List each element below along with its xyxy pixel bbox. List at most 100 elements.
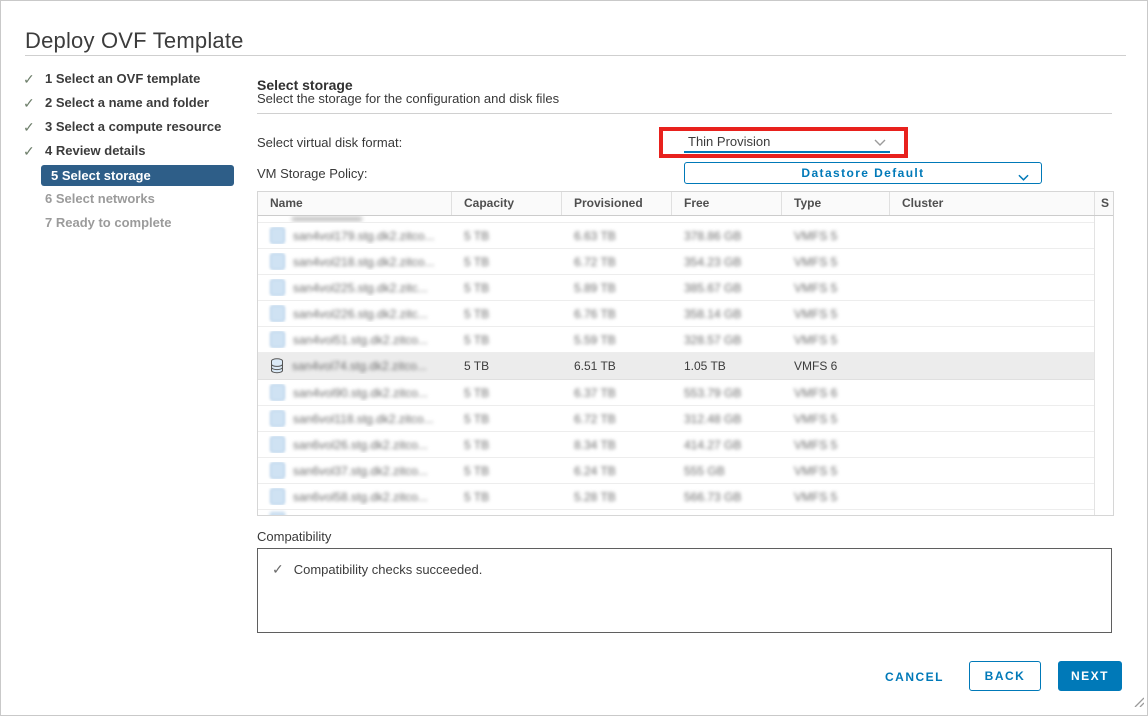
datastore-icon — [270, 462, 285, 479]
vm-storage-policy-value: Datastore Default — [801, 166, 924, 180]
wizard-step-3[interactable]: ✓ 3 Select a compute resource — [1, 115, 251, 139]
step-label: 4 Review details — [45, 143, 145, 158]
provisioned-cell: 6.37 TB — [562, 386, 672, 400]
free-cell: 358.14 GB — [672, 307, 782, 321]
capacity-cell: 5 TB — [452, 464, 562, 478]
datastore-icon — [270, 227, 285, 244]
capacity-cell: 5 TB — [452, 229, 562, 243]
table-row[interactable]: san6vol37.stg.dk2.zitco...5 TB6.24 TB555… — [258, 458, 1095, 484]
datastore-name: san4vol51.stg.dk2.zitco... — [293, 333, 428, 347]
wizard-step-1[interactable]: ✓ 1 Select an OVF template — [1, 67, 251, 91]
clipped-row-bottom — [258, 510, 1095, 515]
column-header-cluster[interactable]: Cluster — [890, 192, 1095, 215]
provisioned-cell: 5.59 TB — [562, 333, 672, 347]
step-label: 1 Select an OVF template — [45, 71, 200, 86]
capacity-cell: 5 TB — [452, 281, 562, 295]
disk-format-select[interactable]: Thin Provision — [684, 131, 890, 153]
datastore-icon — [270, 488, 285, 505]
wizard-step-6[interactable]: 6 Select networks — [1, 187, 251, 211]
vertical-scrollbar[interactable] — [1094, 216, 1113, 515]
datastore-icon — [270, 305, 285, 322]
check-icon: ✓ — [272, 561, 284, 578]
check-icon: ✓ — [23, 139, 35, 163]
dialog-title: Deploy OVF Template — [25, 28, 244, 54]
provisioned-cell: 5.89 TB — [562, 281, 672, 295]
free-cell: 1.05 TB — [672, 359, 782, 373]
datastore-name-cell: san6vol118.stg.dk2.zitco... — [258, 410, 452, 427]
step-label: 6 Select networks — [45, 191, 155, 206]
datastore-icon — [270, 358, 284, 374]
clipped-row-top — [258, 216, 1095, 223]
capacity-cell: 5 TB — [452, 412, 562, 426]
wizard-steps: ✓ 1 Select an OVF template ✓ 2 Select a nam… — [1, 67, 251, 235]
datastore-name-cell: san4vol90.stg.dk2.zitco... — [258, 384, 452, 401]
datastore-name: san6vol37.stg.dk2.zitco... — [293, 464, 428, 478]
check-icon: ✓ — [23, 67, 35, 91]
page-subtitle: Select the storage for the configuration… — [257, 91, 559, 106]
datastore-icon — [270, 384, 285, 401]
datastore-name: san6vol58.stg.dk2.zitco... — [293, 490, 428, 504]
back-button[interactable]: BACK — [969, 661, 1041, 691]
table-row[interactable]: san4vol90.stg.dk2.zitco... 5 TB6.37 TB553… — [258, 380, 1095, 406]
capacity-cell: 5 TB — [452, 307, 562, 321]
free-cell: 553.79 GB — [672, 386, 782, 400]
free-cell: 312.48 GB — [672, 412, 782, 426]
table-row[interactable]: san4vol225.stg.dk2.zitc... 5 TB5.89 TB385… — [258, 275, 1095, 301]
table-row[interactable]: san4vol74.stg.dk2.zitco...5 TB6.51 TB1.0… — [258, 353, 1095, 380]
table-row[interactable]: san4vol51.stg.dk2.zitco...5 TB5.59 TB328… — [258, 327, 1095, 353]
column-header-capacity[interactable]: Capacity — [452, 192, 562, 215]
table-row[interactable]: san6vol58.stg.dk2.zitco...5 TB5.28 TB566… — [258, 484, 1095, 510]
disk-format-value: Thin Provision — [688, 134, 770, 149]
wizard-step-2[interactable]: ✓ 2 Select a name and folder — [1, 91, 251, 115]
datastore-table: NameCapacityProvisionedFreeTypeClusterS … — [257, 191, 1114, 516]
check-icon: ✓ — [23, 115, 35, 139]
provisioned-cell: 8.34 TB — [562, 438, 672, 452]
vm-storage-policy-select[interactable]: Datastore Default — [684, 162, 1042, 184]
type-cell: VMFS 5 — [782, 464, 890, 478]
type-cell: VMFS 5 — [782, 412, 890, 426]
provisioned-cell: 6.76 TB — [562, 307, 672, 321]
cancel-button[interactable]: CANCEL — [885, 663, 944, 691]
vm-storage-policy-label: VM Storage Policy: — [257, 166, 368, 181]
column-header-name[interactable]: Name — [258, 192, 452, 215]
datastore-name: san4vol218.stg.dk2.zitco... — [293, 255, 434, 269]
next-button[interactable]: NEXT — [1058, 661, 1122, 691]
compatibility-panel: ✓ Compatibility checks succeeded. — [257, 548, 1112, 633]
step-label: 5 Select storage — [51, 168, 151, 183]
table-row[interactable]: san6vol26.stg.dk2.zitco...5 TB8.34 TB414… — [258, 432, 1095, 458]
type-cell: VMFS 5 — [782, 255, 890, 269]
column-header-free[interactable]: Free — [672, 192, 782, 215]
capacity-cell: 5 TB — [452, 386, 562, 400]
wizard-step-4[interactable]: ✓ 4 Review details — [1, 139, 251, 163]
capacity-cell: 5 TB — [452, 490, 562, 504]
datastore-name: san4vol90.stg.dk2.zitco... — [293, 386, 428, 400]
table-row[interactable]: san6vol118.stg.dk2.zitco...5 TB6.72 TB31… — [258, 406, 1095, 432]
datastore-icon — [270, 279, 285, 296]
provisioned-cell: 6.63 TB — [562, 229, 672, 243]
table-row[interactable]: san4vol218.stg.dk2.zitco...5 TB6.72 TB35… — [258, 249, 1095, 275]
capacity-cell: 5 TB — [452, 438, 562, 452]
free-cell: 385.67 GB — [672, 281, 782, 295]
table-row[interactable]: san4vol226.stg.dk2.zitc...5 TB6.76 TB358… — [258, 301, 1095, 327]
datastore-name-cell: san6vol58.stg.dk2.zitco... — [258, 488, 452, 505]
type-cell: VMFS 5 — [782, 333, 890, 347]
step-label: 2 Select a name and folder — [45, 95, 209, 110]
compatibility-message: Compatibility checks succeeded. — [294, 562, 483, 577]
deploy-ovf-dialog: Deploy OVF Template ✓ 1 Select an OVF tem… — [0, 0, 1148, 716]
free-cell: 328.57 GB — [672, 333, 782, 347]
datastore-name-cell: san6vol37.stg.dk2.zitco... — [258, 462, 452, 479]
column-header-partial[interactable]: S — [1095, 192, 1113, 215]
datastore-name: san4vol225.stg.dk2.zitc... — [293, 281, 428, 295]
table-row[interactable]: san4vol179.stg.dk2.zitco...5 TB6.63 TB37… — [258, 223, 1095, 249]
resize-grip-icon[interactable] — [1132, 694, 1144, 712]
wizard-step-7[interactable]: 7 Ready to complete — [1, 211, 251, 235]
datastore-name: san6vol118.stg.dk2.zitco... — [293, 412, 434, 426]
column-header-provisioned[interactable]: Provisioned — [562, 192, 672, 215]
wizard-step-5[interactable]: 5 Select storage — [41, 165, 234, 186]
check-icon: ✓ — [23, 91, 35, 115]
step-label: 3 Select a compute resource — [45, 119, 221, 134]
capacity-cell: 5 TB — [452, 359, 562, 373]
type-cell: VMFS 6 — [782, 359, 890, 373]
chevron-down-icon — [1018, 170, 1029, 184]
column-header-type[interactable]: Type — [782, 192, 890, 215]
